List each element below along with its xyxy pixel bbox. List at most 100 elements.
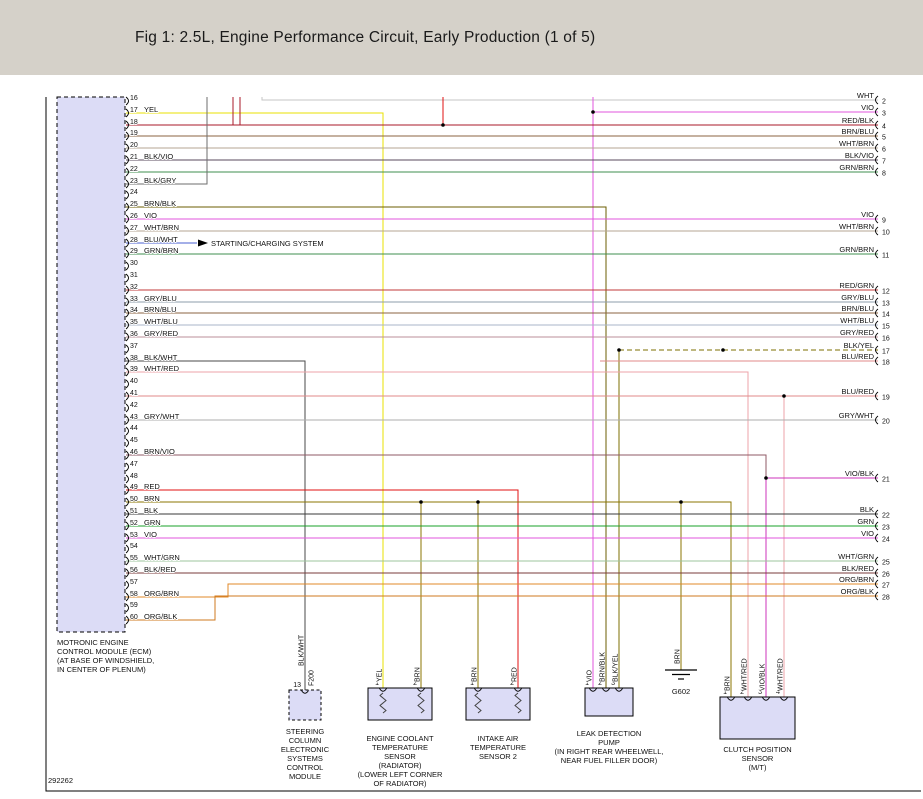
ground-label: G602 — [672, 687, 690, 696]
junction-dot — [782, 394, 786, 398]
right-wire-label: VIO — [861, 529, 874, 538]
engine-coolant-temp-sensor-caption-line: OF RADIATOR) — [373, 779, 427, 788]
wire-brn-blk — [126, 207, 606, 688]
ecm-pin-number: 49 — [130, 484, 138, 491]
right-terminal-number: 25 — [882, 560, 890, 567]
intake-air-temp-sensor-2-wire-label: RED — [512, 667, 519, 682]
leak-detection-pump-caption-line: NEAR FUEL FILLER DOOR) — [561, 756, 658, 765]
right-terminal-number: 28 — [882, 595, 890, 602]
intake-air-temp-sensor-2-caption-line: TEMPERATURE — [470, 743, 526, 752]
offpage-arrow-icon — [198, 240, 208, 247]
right-terminal-number: 13 — [882, 301, 890, 308]
ecm-pin-wire-label: BLK/WHT — [144, 353, 178, 362]
steering-column-module-caption-line: ELECTRONIC — [281, 745, 330, 754]
steering-column-module-caption-line: COLUMN — [289, 736, 322, 745]
ecm-pin-wire-label: GRY/WHT — [144, 412, 180, 421]
ecm-pin-number: 38 — [130, 355, 138, 362]
ecm-caption-line: CONTROL MODULE (ECM) — [57, 647, 152, 656]
right-terminal-number: 6 — [882, 147, 886, 154]
engine-coolant-temp-sensor-caption-line: TEMPERATURE — [372, 743, 428, 752]
right-wire-label: GRN/BRN — [839, 163, 874, 172]
ecm-pin-number: 25 — [130, 201, 138, 208]
junction-dot — [476, 500, 480, 504]
ecm-pin-wire-label: YEL — [144, 105, 158, 114]
ecm-pin-number: 23 — [130, 178, 138, 185]
clutch-position-sensor-caption-line: SENSOR — [742, 754, 774, 763]
engine-coolant-temp-sensor-caption-line: ENGINE COOLANT — [366, 734, 434, 743]
ecm-pin-wire-label: ORG/BRN — [144, 589, 179, 598]
ecm-pin-number: 46 — [130, 449, 138, 456]
ecm-pin-bracket — [126, 97, 129, 105]
diagram-border — [46, 97, 921, 791]
ecm-pin-wire-label: VIO — [144, 211, 157, 220]
ecm-pin-number: 42 — [130, 402, 138, 409]
clutch-position-sensor-box — [720, 697, 795, 739]
engine-coolant-temp-sensor-wire-label: YEL — [377, 669, 384, 682]
clutch-position-sensor-wire-label: WHT/RED — [742, 658, 749, 691]
ecm-pin-number: 28 — [130, 237, 138, 244]
ecm-caption-line: (AT BASE OF WINDSHIELD, — [57, 656, 154, 665]
ecm-block — [57, 97, 125, 632]
ecm-pin-wire-label: WHT/BRN — [144, 223, 179, 232]
ecm-pin-number: 17 — [130, 107, 138, 114]
ecm-pin-number: 36 — [130, 331, 138, 338]
ecm-pin-number: 33 — [130, 296, 138, 303]
ecm-pin-number: 44 — [130, 425, 138, 432]
ecm-pin-wire-label: BRN/BLU — [144, 305, 177, 314]
wire-brn — [126, 502, 731, 697]
right-wire-label: WHT/GRN — [838, 552, 874, 561]
right-wire-label: ORG/BRN — [839, 575, 874, 584]
ecm-pin-number: 37 — [130, 343, 138, 350]
ecm-pin-number: 60 — [130, 614, 138, 621]
right-wire-label: GRY/WHT — [839, 411, 875, 420]
steering-column-module-connector-label: F200 — [309, 670, 316, 686]
ecm-pin-number: 52 — [130, 520, 138, 527]
ecm-pin-wire-label: GRN — [144, 518, 161, 527]
right-wire-label: GRY/RED — [840, 328, 875, 337]
ecm-pin-number: 35 — [130, 319, 138, 326]
page: Fig 1: 2.5L, Engine Performance Circuit,… — [0, 0, 923, 799]
ecm-pin-wire-label: GRY/BLU — [144, 294, 177, 303]
ecm-pin-number: 54 — [130, 543, 138, 550]
wire-org-blk — [126, 596, 878, 620]
ecm-pin-wire-label: VIO — [144, 530, 157, 539]
right-terminal-number: 27 — [882, 583, 890, 590]
right-wire-label: BLK/RED — [842, 564, 875, 573]
ecm-pin-number: 50 — [130, 496, 138, 503]
steering-column-module-pin-number: 13 — [293, 682, 301, 689]
ecm-pin-number: 24 — [130, 189, 138, 196]
steering-column-module-caption-line: MODULE — [289, 772, 321, 781]
right-wire-label: RED/BLK — [842, 116, 874, 125]
ecm-pin-wire-label: BLK/VIO — [144, 152, 173, 161]
ecm-pin-number: 27 — [130, 225, 138, 232]
right-terminal-number: 10 — [882, 230, 890, 237]
wire-org-brn — [126, 584, 878, 597]
ecm-pin-bracket — [126, 604, 129, 612]
ecm-pin-wire-label: BLK/GRY — [144, 176, 176, 185]
right-terminal-number: 11 — [882, 253, 889, 260]
leak-detection-pump-box — [585, 688, 633, 716]
right-terminal-number: 7 — [882, 159, 886, 166]
wire-wht-red — [126, 372, 748, 697]
ecm-pin-bracket — [126, 380, 129, 388]
ecm-pin-number: 40 — [130, 378, 138, 385]
right-terminal-number: 20 — [882, 419, 890, 426]
steering-column-module-box — [289, 690, 321, 720]
ecm-pin-number: 51 — [130, 508, 138, 515]
right-terminal-number: 19 — [882, 395, 890, 402]
right-wire-label: GRN/BRN — [839, 245, 874, 254]
engine-coolant-temp-sensor-box — [368, 688, 432, 720]
ecm-pin-wire-label: WHT/RED — [144, 364, 180, 373]
right-terminal-number: 26 — [882, 572, 890, 579]
ecm-pin-bracket — [126, 439, 129, 447]
right-terminal-number: 5 — [882, 135, 886, 142]
ecm-pin-number: 19 — [130, 130, 138, 137]
wire-brn-vio — [126, 455, 766, 478]
ecm-pin-bracket — [126, 262, 129, 270]
ecm-pin-wire-label: BRN — [144, 494, 160, 503]
leak-detection-pump-caption-line: (IN RIGHT REAR WHEELWELL, — [555, 747, 664, 756]
intake-air-temp-sensor-2-wire-label: BRN — [472, 667, 479, 682]
ecm-pin-wire-label: RED — [144, 482, 160, 491]
junction-dot — [419, 500, 423, 504]
clutch-position-sensor-wire-label: VIO/BLK — [760, 663, 767, 691]
